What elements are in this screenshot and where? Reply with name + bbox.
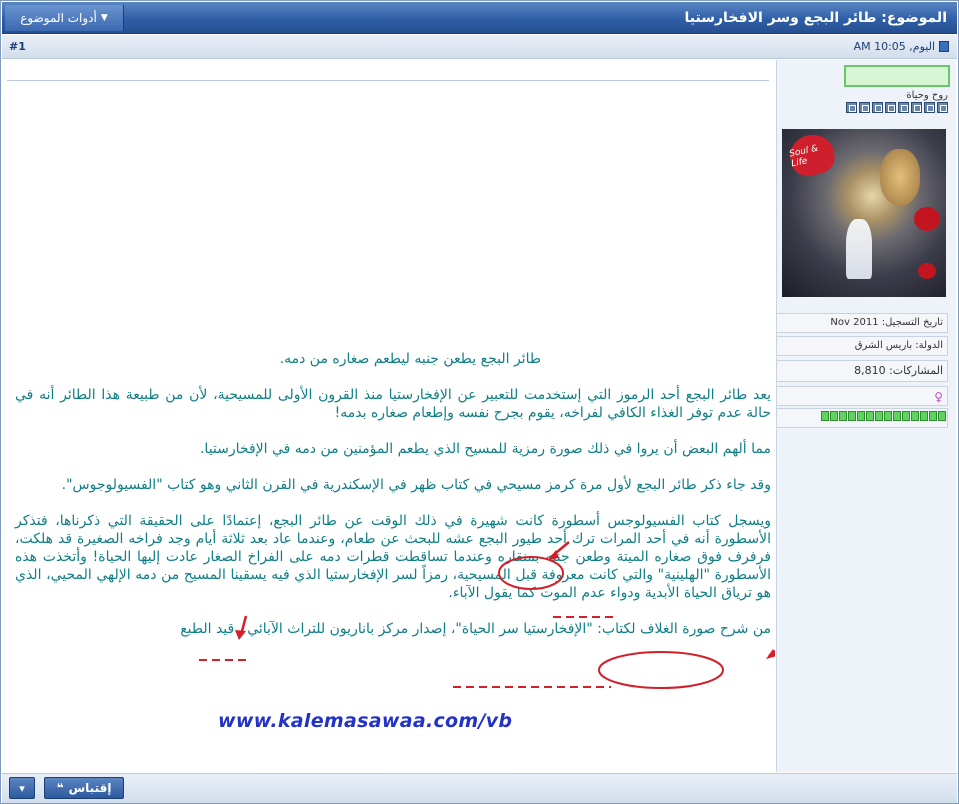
reputation-icon — [848, 411, 856, 421]
heart-icon: Soul & Life — [786, 130, 838, 180]
rank-icon — [872, 102, 883, 113]
username-link[interactable] — [844, 65, 950, 87]
avatar-face — [880, 149, 920, 205]
rank-icon — [846, 102, 857, 113]
thread-title-bar: ▼ أدوات الموضوع الموضوع: طائر البجع وسر … — [2, 2, 957, 34]
reputation-icon — [839, 411, 847, 421]
quote-icon: ❝ — [56, 781, 64, 795]
post-count: المشاركات: 8,810 — [776, 360, 948, 382]
reputation-icon — [920, 411, 928, 421]
multiquote-button[interactable]: ▾ — [9, 777, 35, 799]
user-info-panel: روح وحياة Soul & Life تاريخ التسجيل: Nov… — [776, 60, 956, 792]
reputation-icon — [821, 411, 829, 421]
rank-icons — [846, 102, 948, 113]
rank-icon — [859, 102, 870, 113]
post-body: طائر البجع يطعن جنبه ليطعم صغاره من دمه.… — [3, 60, 775, 772]
post-icon — [939, 41, 949, 52]
avatar-caption: Soul & Life — [788, 143, 820, 170]
thread-title: الموضوع: طائر البجع وسر الافخارستيا — [684, 10, 947, 26]
reputation-icon — [911, 411, 919, 421]
chevron-down-icon: ▼ — [100, 13, 108, 23]
rank-icon — [911, 102, 922, 113]
post-container: ▼ أدوات الموضوع الموضوع: طائر البجع وسر … — [0, 0, 959, 804]
quote-label: إقتباس — [68, 781, 112, 795]
heart-icon — [914, 207, 940, 231]
user-title: روح وحياة — [906, 90, 948, 101]
post-paragraph: من شرح صورة الغلاف لكتاب: "الإفخارستيا س… — [180, 621, 771, 637]
divider — [7, 80, 769, 81]
circle-annotation — [598, 651, 724, 689]
reputation-icon — [857, 411, 865, 421]
post-date-text: اليوم, 10:05 AM — [853, 40, 935, 53]
post-paragraph: وقد جاء ذكر طائر البجع لأول مرة كرمز مسي… — [61, 477, 771, 493]
post-content: طائر البجع يطعن جنبه ليطعم صغاره من دمه.… — [15, 350, 771, 638]
rank-icon — [937, 102, 948, 113]
reputation-icon — [902, 411, 910, 421]
user-country: الدولة: باريس الشرق — [776, 336, 948, 356]
reputation-icon — [830, 411, 838, 421]
watermark: www.kalemasawaa.com/vb — [218, 710, 513, 732]
post-paragraph: مما ألهم البعض أن يروا في ذلك صورة رمزية… — [199, 441, 771, 457]
join-date: تاريخ التسجيل: Nov 2011 — [776, 313, 948, 333]
plus-icon: ▾ — [19, 781, 25, 795]
arrowhead — [766, 649, 775, 659]
reputation-bar — [821, 411, 946, 421]
avatar[interactable]: Soul & Life — [782, 129, 946, 297]
post-paragraph: طائر البجع يطعن جنبه ليطعم صغاره من دمه. — [279, 351, 541, 367]
reputation-icon — [884, 411, 892, 421]
heart-icon — [918, 263, 936, 279]
gender-icon: ♀ — [776, 386, 948, 406]
quote-button[interactable]: إقتباس ❝ — [44, 777, 124, 799]
rank-icon — [924, 102, 935, 113]
rank-icon — [898, 102, 909, 113]
reputation-icon — [893, 411, 901, 421]
thread-tools-button[interactable]: ▼ أدوات الموضوع — [5, 5, 124, 31]
post-header: #1 اليوم, 10:05 AM — [2, 35, 957, 59]
rank-icon — [885, 102, 896, 113]
arrow-annotation — [768, 649, 775, 657]
reputation-icon — [875, 411, 883, 421]
post-date: اليوم, 10:05 AM — [854, 40, 949, 53]
avatar-figure — [846, 219, 872, 279]
post-number-link[interactable]: #1 — [9, 40, 26, 53]
post-paragraph: يعد طائر البجع أحد الرموز التي إستخدمت ل… — [15, 387, 771, 421]
thread-tools-label: أدوات الموضوع — [20, 11, 97, 25]
reputation-icon — [938, 411, 946, 421]
reputation-icon — [866, 411, 874, 421]
post-paragraph: ويسجل كتاب الفسيولوجس أسطورة كانت شهيرة … — [15, 513, 771, 601]
reputation-icon — [929, 411, 937, 421]
post-footer: ▾ إقتباس ❝ — [2, 773, 957, 803]
